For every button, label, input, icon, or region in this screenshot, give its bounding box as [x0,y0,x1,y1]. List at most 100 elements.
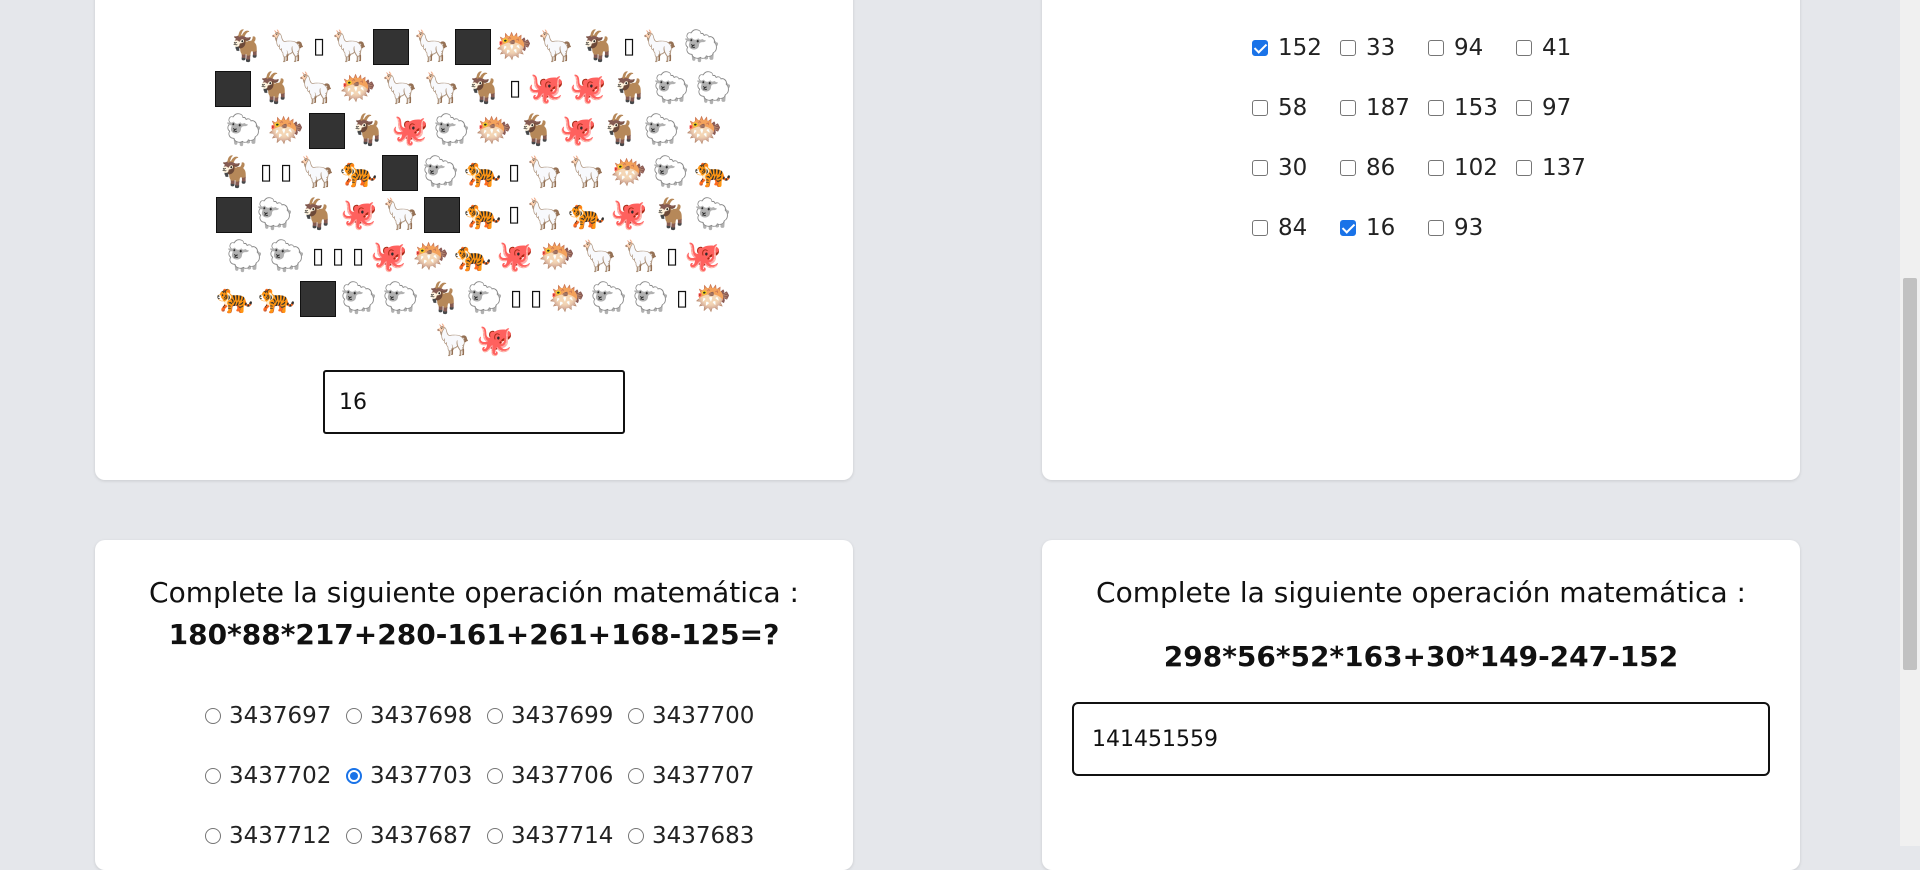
checkbox[interactable] [1428,220,1444,236]
number-option[interactable]: 159 [1516,0,1604,1]
number-option[interactable]: 97 [1516,95,1604,121]
answer-label: 3437698 [370,703,473,729]
animal-emoji: 🐑 [225,113,263,148]
answer-option[interactable]: 3437707 [628,763,769,789]
animal-emoji: 🐐 [579,29,617,64]
math-answer-input[interactable] [1072,702,1770,776]
radio-button-selected[interactable] [346,768,362,784]
checkbox[interactable] [1428,40,1444,56]
animal-emoji: 🐑 [653,71,691,106]
checkbox-label: 33 [1366,35,1396,61]
radio-button[interactable] [205,828,221,844]
animal-emoji: 🦙 [526,197,564,232]
animal-emoji: 🐅 [454,239,492,274]
checkbox[interactable] [1516,160,1532,176]
number-option[interactable]: 33 [1340,35,1428,61]
unknown-glyph: ▯ [331,244,345,269]
checkbox-row: 84 16 93 [1252,198,1604,258]
animal-emoji: 🐙 [569,71,607,106]
number-option[interactable]: 12 [1428,0,1516,1]
number-option[interactable]: 86 [1340,155,1428,181]
radio-button[interactable] [628,828,644,844]
checkbox-grid: 142 51 12 159 152 33 94 41 58 187 153 97 30 86 102 137 8… [1252,0,1604,258]
radio-button[interactable] [628,708,644,724]
answer-option[interactable]: 3437700 [628,703,769,729]
radio-row: 3437712 3437687 3437714 3437683 [205,806,769,866]
checkbox-label: 51 [1366,0,1395,1]
checkbox[interactable] [1252,220,1268,236]
radio-button[interactable] [487,768,503,784]
emoji-row: 🐑 🐡 🐐 🐙 🐑 🐡 🐐 🐙 🐐 🐑 🐡 [95,110,853,152]
animal-emoji: 🐅 [216,281,254,316]
animal-emoji: 🐑 [466,281,504,316]
radio-button[interactable] [205,708,221,724]
answer-label: 3437702 [229,763,332,789]
radio-button[interactable] [628,768,644,784]
number-option[interactable]: 152 [1252,35,1340,61]
answer-option[interactable]: 3437687 [346,823,487,849]
scrollbar-thumb[interactable] [1903,278,1917,670]
unknown-glyph: ▯ [622,34,636,59]
missing-glyph-box [455,29,491,65]
answer-option[interactable]: 3437683 [628,823,769,849]
checkbox[interactable] [1252,160,1268,176]
checkbox-label: 137 [1542,155,1586,181]
animal-emoji: 🐅 [568,197,606,232]
animal-emoji: 🐑 [632,281,670,316]
checkbox-row: 58 187 153 97 [1252,78,1604,138]
animal-emoji: 🐙 [610,197,648,232]
answer-option[interactable]: 3437706 [487,763,628,789]
checkbox-checked[interactable] [1340,220,1356,236]
checkbox-row: 152 33 94 41 [1252,18,1604,78]
number-option[interactable]: 16 [1340,215,1428,241]
checkbox[interactable] [1428,100,1444,116]
checkbox[interactable] [1340,40,1356,56]
emoji-count-input[interactable] [323,370,625,434]
radio-button[interactable] [487,828,503,844]
checkbox[interactable] [1340,160,1356,176]
answer-option[interactable]: 3437712 [205,823,346,849]
checkbox[interactable] [1516,100,1532,116]
number-option[interactable]: 94 [1428,35,1516,61]
radio-button[interactable] [346,828,362,844]
number-option[interactable]: 153 [1428,95,1516,121]
animal-emoji: 🐑 [256,197,294,232]
radio-button[interactable] [487,708,503,724]
checkbox-label: 153 [1454,95,1498,121]
answer-option[interactable]: 3437702 [205,763,346,789]
answer-option[interactable]: 3437698 [346,703,487,729]
emoji-row: 🐐 🦙 🐡 🦙 🦙 🐐 ▯ 🐙 🐙 🐐 🐑 🐑 [95,68,853,110]
checkbox-checked[interactable] [1252,40,1268,56]
checkbox-row: 30 86 102 137 [1252,138,1604,198]
number-option[interactable]: 41 [1516,35,1604,61]
number-option[interactable]: 93 [1428,215,1516,241]
number-option[interactable]: 84 [1252,215,1340,241]
animal-emoji: 🦙 [297,71,335,106]
animal-emoji: 🐙 [370,239,408,274]
number-option[interactable]: 142 [1252,0,1340,1]
animal-emoji: 🐡 [694,281,732,316]
animal-emoji: 🐙 [476,323,514,358]
checkbox[interactable] [1252,100,1268,116]
page-scrollbar[interactable] [1900,0,1920,846]
checkbox[interactable] [1340,100,1356,116]
answer-option[interactable]: 3437697 [205,703,346,729]
checkbox-label: 187 [1366,95,1410,121]
number-option[interactable]: 102 [1428,155,1516,181]
answer-option[interactable]: 3437703 [346,763,487,789]
checkbox-row: 142 51 12 159 [1252,0,1604,18]
radio-button[interactable] [205,768,221,784]
radio-button[interactable] [346,708,362,724]
animal-emoji: 🦙 [423,71,461,106]
answer-radio-group: 3437697 3437698 3437699 3437700 3437702 34377… [205,686,769,866]
animal-emoji: 🐑 [652,155,690,190]
checkbox[interactable] [1516,40,1532,56]
number-option[interactable]: 137 [1516,155,1604,181]
answer-option[interactable]: 3437714 [487,823,628,849]
checkbox[interactable] [1428,160,1444,176]
answer-option[interactable]: 3437699 [487,703,628,729]
number-option[interactable]: 51 [1340,0,1428,1]
number-option[interactable]: 58 [1252,95,1340,121]
number-option[interactable]: 187 [1340,95,1428,121]
number-option[interactable]: 30 [1252,155,1340,181]
